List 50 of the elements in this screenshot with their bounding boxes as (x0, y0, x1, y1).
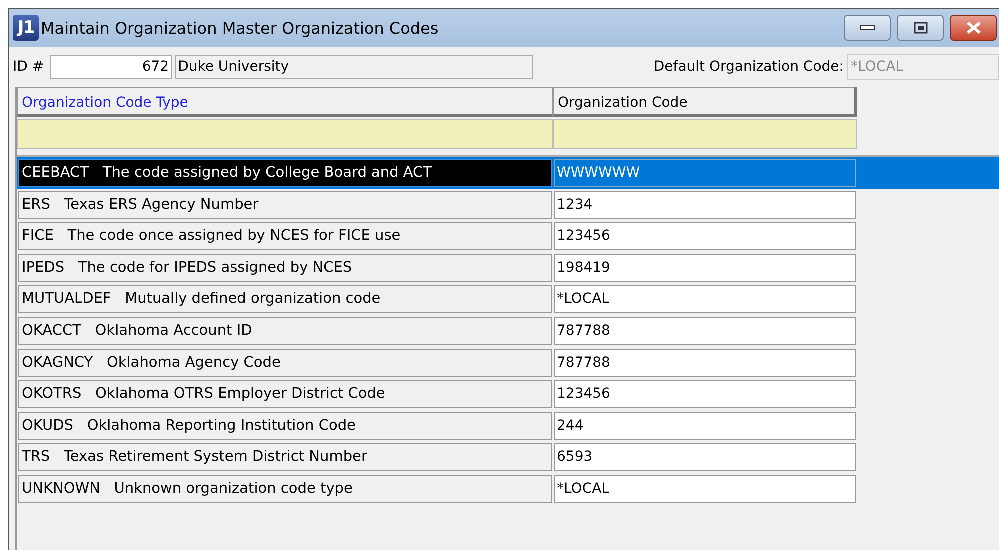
table-cell: 198419 (554, 254, 856, 282)
restore-icon (914, 22, 928, 34)
table-cell: OKOTRS Oklahoma OTRS Employer District Code (18, 380, 552, 408)
table-cell: MUTUALDEF Mutually defined organization code (18, 285, 552, 314)
table-cell: OKAGNCY Oklahoma Agency Code (18, 348, 552, 377)
table-row[interactable]: IPEDS The code for IPEDS assigned by NCES 198419 (17, 252, 999, 284)
app-logo: J1 (13, 15, 39, 41)
table-row[interactable]: MUTUALDEF Mutually defined organization code *LOCAL (17, 283, 999, 315)
table-cell: UNKNOWN Unknown organization code type (18, 474, 552, 503)
table-row[interactable]: OKACCT Oklahoma Account ID 787788 (17, 314, 999, 347)
minimize-icon (860, 25, 876, 31)
table-cell: 787788 (554, 348, 856, 377)
table-cell: IPEDS The code for IPEDS assigned by NCES (18, 254, 552, 282)
table-cell: *LOCAL (554, 285, 856, 314)
table-cell: 244 (554, 412, 856, 440)
table-cell: *LOCAL (554, 474, 856, 503)
table-cell: 1234 (554, 190, 856, 219)
default-code-label: Default Organization Code: (654, 59, 844, 75)
close-icon (966, 21, 982, 35)
table-cell: 123456 (554, 222, 856, 250)
table-row[interactable]: ERS Texas ERS Agency Number 1234 (17, 188, 999, 220)
table-row[interactable]: FICE The code once assigned by NCES for FICE use 123456 (17, 220, 999, 252)
table-row[interactable]: OKOTRS Oklahoma OTRS Employer District Code 123456 (17, 378, 999, 410)
default-code-field: *LOCAL (847, 54, 999, 80)
close-button[interactable] (950, 15, 997, 41)
table-cell: OKACCT Oklahoma Account ID (18, 316, 552, 345)
window-title: Maintain Organization Master Organization Codes (41, 18, 440, 38)
table-cell: OKUDS Oklahoma Reporting Institution Code (18, 412, 552, 440)
table-row[interactable]: UNKNOWN Unknown organization code type *LOCAL (17, 472, 999, 505)
filter-field[interactable] (553, 119, 857, 149)
filter-field[interactable] (17, 119, 553, 149)
table-cell: WWWWWW (554, 159, 856, 187)
table-row[interactable]: CEEBACT The code assigned by College Board and ACT WWWWWW (17, 157, 999, 189)
id-label: ID # (13, 59, 44, 75)
table-cell: 6593 (554, 443, 856, 472)
table-cell: FICE The code once assigned by NCES for FICE use (18, 222, 552, 250)
table-cell: CEEBACT The code assigned by College Board and ACT (18, 159, 552, 187)
column-header[interactable]: Organization Code Type (17, 87, 553, 117)
table-row[interactable]: OKUDS Oklahoma Reporting Institution Code 244 (17, 410, 999, 442)
column-header[interactable]: Organization Code (553, 87, 857, 117)
table-cell: ERS Texas ERS Agency Number (18, 190, 552, 219)
name-field: Duke University (175, 55, 534, 79)
table-cell: TRS Texas Retirement System District Number (18, 443, 552, 472)
table-cell: 787788 (554, 316, 856, 345)
minimize-button[interactable] (844, 15, 891, 41)
id-field[interactable]: 672 (50, 55, 172, 79)
table-row[interactable]: TRS Texas Retirement System District Number 6593 (17, 441, 999, 473)
maximize-button[interactable] (897, 15, 944, 41)
table-row[interactable]: OKAGNCY Oklahoma Agency Code 787788 (17, 346, 999, 378)
table-cell: 123456 (554, 380, 856, 408)
